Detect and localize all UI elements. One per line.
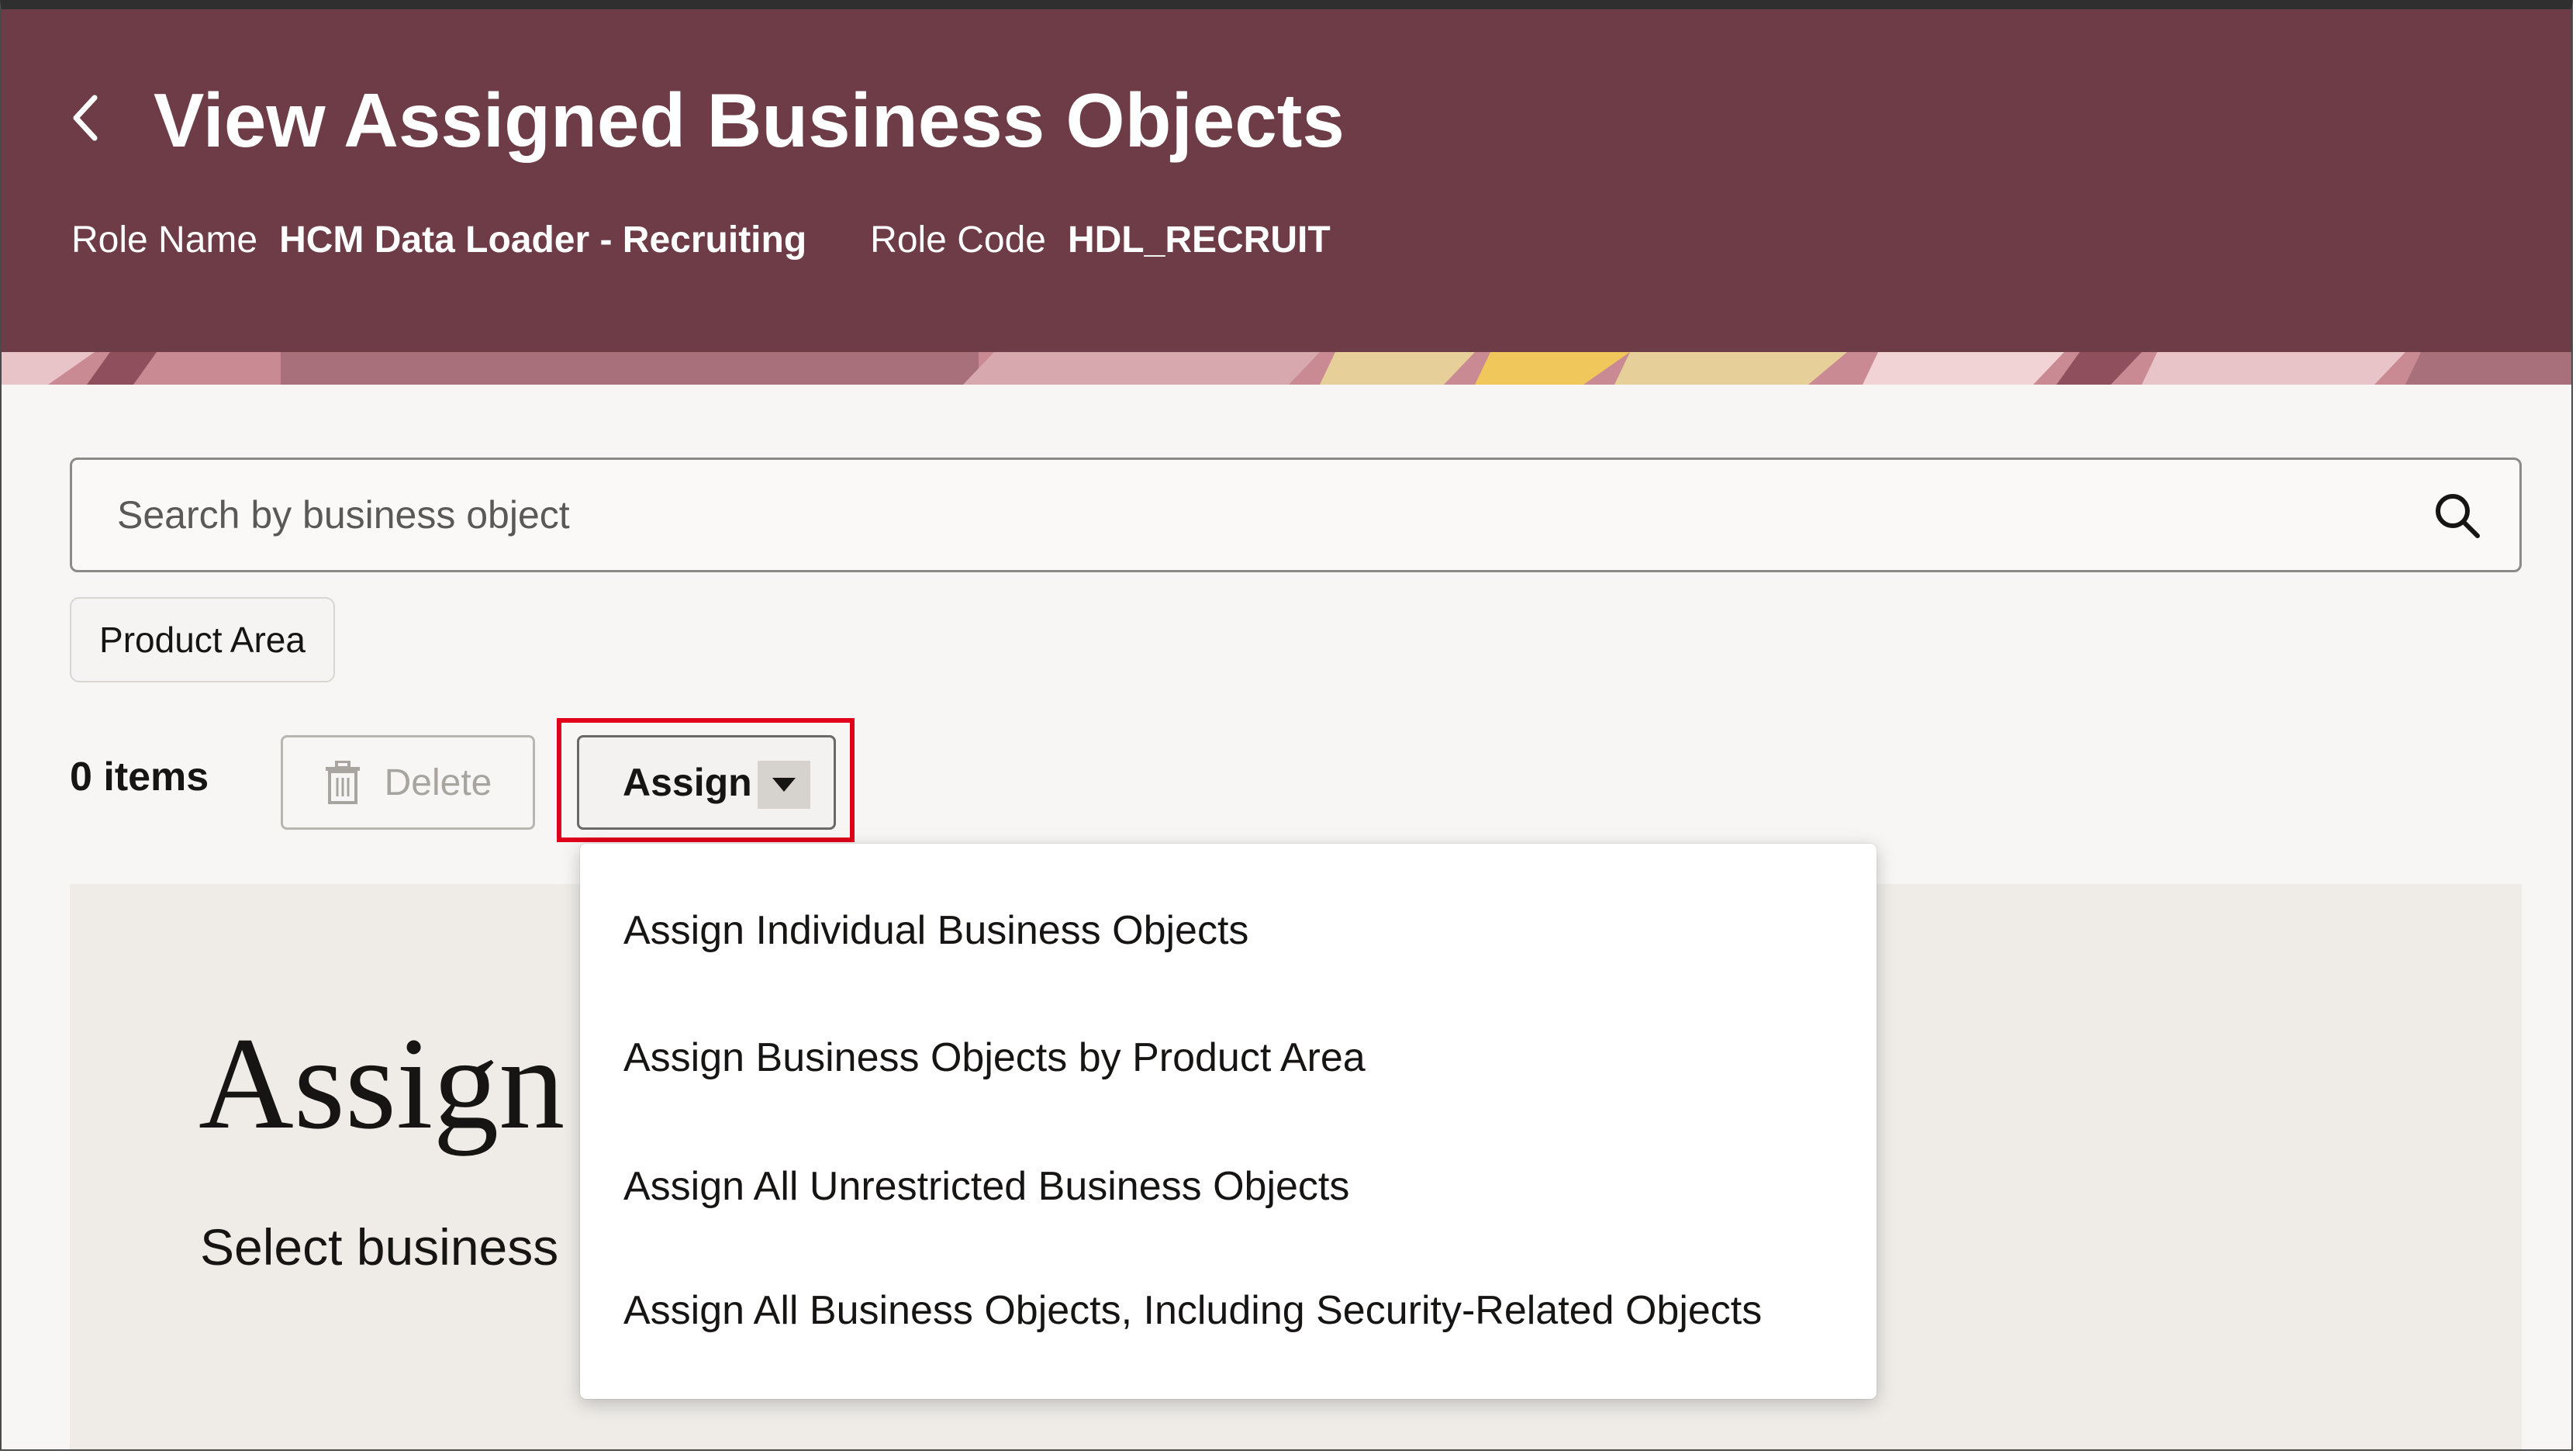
- menu-item-assign-individual[interactable]: Assign Individual Business Objects: [623, 907, 1248, 954]
- chevron-left-icon: [73, 95, 98, 141]
- back-button[interactable]: [62, 87, 109, 149]
- trash-icon: [325, 761, 360, 804]
- role-code-label: Role Code: [870, 219, 1046, 261]
- menu-item-assign-all-unrestricted[interactable]: Assign All Unrestricted Business Objects: [623, 1163, 1349, 1210]
- menu-item-assign-all-including-security[interactable]: Assign All Business Objects, Including S…: [623, 1287, 1762, 1334]
- assign-menu-button[interactable]: Assign: [577, 735, 836, 830]
- delete-label: Delete: [384, 762, 492, 803]
- app-window: View Assigned Business Objects Role Name…: [0, 0, 2573, 1451]
- menu-item-assign-by-product-area[interactable]: Assign Business Objects by Product Area: [623, 1034, 1366, 1081]
- role-meta: Role Name HCM Data Loader - Recruiting R…: [71, 219, 1394, 261]
- search-field: [70, 458, 2522, 572]
- role-name-value: HCM Data Loader - Recruiting: [279, 219, 807, 261]
- assign-dropdown-menu: Assign Individual Business Objects Assig…: [580, 844, 1877, 1399]
- role-code-value: HDL_RECRUIT: [1067, 219, 1331, 261]
- page-title: View Assigned Business Objects: [154, 78, 1345, 163]
- search-icon[interactable]: [2433, 491, 2482, 541]
- role-name-label: Role Name: [71, 219, 258, 261]
- product-area-filter-chip[interactable]: Product Area: [70, 597, 335, 682]
- empty-state-title: Assign: [199, 1010, 565, 1156]
- delete-button[interactable]: Delete: [281, 735, 535, 830]
- page-header: View Assigned Business Objects Role Name…: [2, 9, 2571, 385]
- banner-pattern: [2, 352, 2571, 385]
- assign-label: Assign: [623, 761, 752, 804]
- decorative-banner: [2, 352, 2571, 385]
- caret-down-icon: [758, 761, 810, 809]
- empty-state-subtitle: Select business: [200, 1218, 559, 1276]
- search-input[interactable]: [116, 492, 2367, 538]
- items-count: 0 items: [70, 755, 209, 800]
